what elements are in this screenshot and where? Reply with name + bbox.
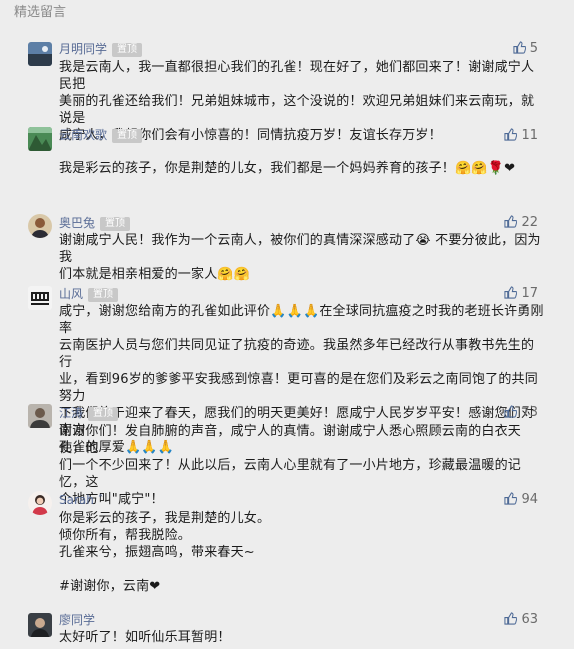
avatar[interactable] <box>28 42 52 66</box>
comment-nickname: 月明同学 置顶 <box>59 41 143 57</box>
avatar[interactable] <box>28 613 52 637</box>
avatar[interactable] <box>28 404 52 428</box>
section-title: 精选留言 <box>14 5 67 20</box>
thumbs-up-icon <box>504 215 521 230</box>
comment-line: 我是彩云的孩子，你是荆楚的儿女，我们都是一个妈妈养育的孩子！🤗🤗🌹❤ <box>59 161 516 176</box>
comment-text: 谢谢你们！发自肺腑的声音，咸宁人的真情。谢谢咸宁人悉心照顾云南的白衣天使，他 们… <box>59 423 547 508</box>
pinned-badge: 置顶 <box>88 288 119 302</box>
comment-nickname: 奥巴兔 置顶 <box>59 215 131 231</box>
comment-nickname: 廖同学 <box>59 613 96 627</box>
comment-line: 美丽的孔雀还给我们！兄弟姐妹城市，这个没说的！欢迎兄弟姐妹们来云南玩，就说是 <box>59 94 535 126</box>
comment-line: 业，看到96岁的爹爹平安我感到惊喜！更可喜的是在您们及彩云之南同饱了的共同努力 <box>59 372 538 404</box>
comment-nickname: 江涛 置顶 <box>59 405 119 421</box>
comment-line: 们本就是相亲相爱的一家人🤗🤗 <box>59 267 251 282</box>
avatar[interactable] <box>28 214 52 238</box>
comment-line <box>59 561 547 578</box>
thumbs-up-icon <box>504 492 521 507</box>
like-count: 63 <box>521 612 538 627</box>
comment-line: 个地方叫"咸宁"！ <box>59 492 164 507</box>
like-count: 11 <box>521 128 538 143</box>
like-button[interactable]: 11 <box>504 128 538 144</box>
pinned-badge: 置顶 <box>112 129 143 143</box>
comment-line: 云南医护人员与您们共同见证了抗疫的奇迹。我虽然多年已经改行从事教书先生的行 <box>59 338 535 370</box>
thumbs-up-icon <box>504 128 521 143</box>
comment-nickname: Sarah ˆ <box>59 493 104 507</box>
like-button[interactable]: 5 <box>513 41 538 57</box>
comment-line: #谢谢你，云南❤ <box>59 579 161 594</box>
avatar[interactable] <box>28 491 52 515</box>
comment-line: 倾你所有，帮我脱险。 <box>59 528 192 543</box>
pinned-badge: 置顶 <box>112 43 143 57</box>
comment-line: 孔雀来兮，振翅高鸣，带来春天~ <box>59 545 255 560</box>
avatar[interactable] <box>28 286 52 310</box>
like-count: 5 <box>529 41 538 56</box>
like-count: 94 <box>521 492 538 507</box>
thumbs-up-icon <box>504 405 521 420</box>
comment-nickname: 山风 置顶 <box>59 286 119 302</box>
comment-line: 你是彩云的孩子，我是荆楚的儿女。 <box>59 511 271 526</box>
like-button[interactable]: 63 <box>504 612 538 628</box>
like-count: 73 <box>521 405 538 420</box>
comment-nickname: 云南欢歌 置顶 <box>59 127 143 143</box>
comment-line: 太好听了！如听仙乐耳暂明！ <box>59 630 231 645</box>
comment-line: 们一个不少回来了！从此以后，云南人心里就有了一小片地方，珍藏最温暖的记忆，这 <box>59 458 522 490</box>
like-button[interactable]: 73 <box>504 405 538 421</box>
comment-text: 我是彩云的孩子，你是荆楚的儿女，我们都是一个妈妈养育的孩子！🤗🤗🌹❤ <box>59 160 547 177</box>
like-button[interactable]: 17 <box>504 286 538 302</box>
thumbs-up-icon <box>513 41 530 56</box>
comment-text: 谢谢咸宁人民！我作为一个云南人，被你们的真情深深感动了😭 不要分彼此，因为我 们… <box>59 232 547 283</box>
thumbs-up-icon <box>504 286 521 301</box>
like-button[interactable]: 22 <box>504 215 538 231</box>
pinned-badge: 置顶 <box>100 217 131 231</box>
like-count: 17 <box>521 286 538 301</box>
comment-text: 你是彩云的孩子，我是荆楚的儿女。 倾你所有，帮我脱险。 孔雀来兮，振翅高鸣，带来… <box>59 510 547 595</box>
comment-line: 咸宁，谢谢您给南方的孔雀如此评价🙏🙏🙏在全球同抗瘟疫之时我的老班长许勇刚率 <box>59 304 544 336</box>
avatar[interactable] <box>28 127 52 151</box>
comment-line: 我是云南人，我一直都很担心我们的孔雀！现在好了，她们都回来了！谢谢咸宁人民把 <box>59 60 535 92</box>
comment-line: 谢谢咸宁人民！我作为一个云南人，被你们的真情深深感动了😭 不要分彼此，因为我 <box>59 233 541 265</box>
comment-text: 太好听了！如听仙乐耳暂明！ <box>59 629 547 646</box>
like-button[interactable]: 94 <box>504 492 538 508</box>
thumbs-up-icon <box>504 612 521 627</box>
like-count: 22 <box>521 215 538 230</box>
comment-line: 谢谢你们！发自肺腑的声音，咸宁人的真情。谢谢咸宁人悉心照顾云南的白衣天使，他 <box>59 424 522 456</box>
pinned-badge: 置顶 <box>88 407 119 421</box>
